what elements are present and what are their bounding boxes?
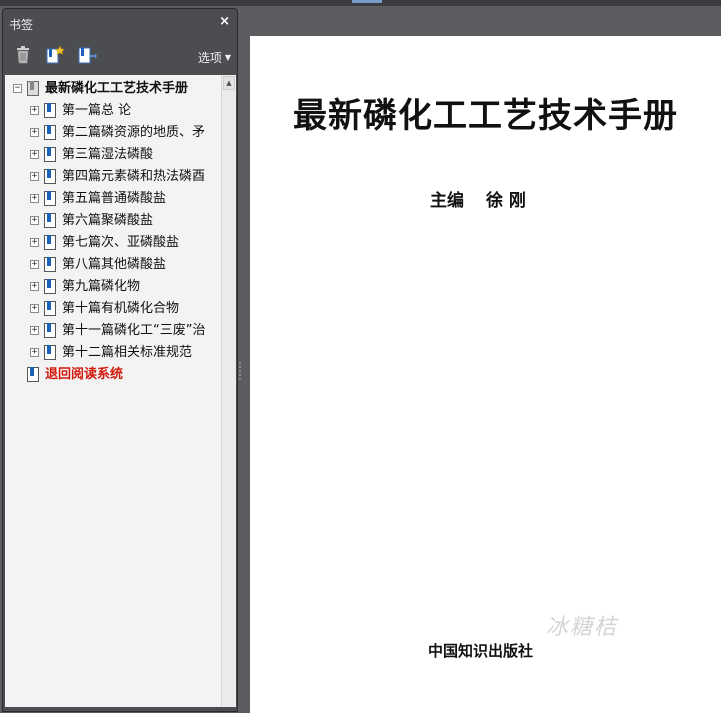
scroll-up-arrow-icon[interactable]: ▲ — [223, 76, 235, 90]
bookmark-from-selection-icon[interactable] — [77, 45, 97, 65]
bookmark-root-label: 最新磷化工工艺技术手册 — [45, 81, 189, 96]
document-publisher: 中国知识出版社 — [428, 642, 534, 660]
expand-toggle[interactable]: + — [30, 304, 39, 313]
new-bookmark-icon[interactable] — [45, 45, 65, 65]
active-tab-indicator — [352, 0, 382, 3]
bookmark-scrollbar[interactable]: ▲ — [221, 75, 236, 707]
editor-label: 主编 — [430, 191, 464, 211]
panel-splitter-handle[interactable] — [238, 360, 242, 388]
bookmark-icon — [27, 367, 39, 382]
bookmark-item[interactable]: + 第六篇聚磷酸盐 — [5, 211, 221, 231]
bookmark-item[interactable]: + 第五篇普通磷酸盐 — [5, 189, 221, 209]
bookmarks-panel-title: 书签 — [9, 18, 34, 32]
options-menu-button[interactable]: 选项 ▼ — [198, 49, 231, 66]
bookmark-icon — [44, 213, 56, 228]
bookmark-item[interactable]: + 第九篇磷化物 — [5, 277, 221, 297]
return-to-reader-link[interactable]: 退回阅读系统 — [45, 366, 123, 384]
bookmark-icon — [44, 235, 56, 250]
document-editor: 主编 徐 刚 — [430, 186, 526, 211]
document-page: 最新磷化工工艺技术手册 主编 徐 刚 冰糖桔 中国知识出版社 — [250, 36, 721, 713]
expand-toggle[interactable]: + — [30, 326, 39, 335]
bookmark-icon — [44, 301, 56, 316]
bookmark-item-label: 第八篇其他磷酸盐 — [62, 257, 167, 272]
expand-toggle[interactable]: + — [30, 194, 39, 203]
bookmark-item[interactable]: + 第十一篇磷化工“三废”治 — [5, 321, 221, 341]
bookmark-item[interactable]: + 第十二篇相关标准规范 — [5, 343, 221, 363]
bookmark-item[interactable]: + 第三篇湿法磷酸 — [5, 145, 221, 165]
bookmark-item-label: 第三篇湿法磷酸 — [62, 147, 154, 162]
bookmark-return-row[interactable]: 退回阅读系统 — [5, 365, 221, 385]
bookmark-item-label: 第四篇元素磷和热法磷酉 — [62, 169, 206, 184]
bookmark-item-label: 第二篇磷资源的地质、矛 — [62, 125, 206, 140]
document-bookmark-icon — [27, 81, 39, 96]
bookmarks-panel-header: 书签 × — [3, 9, 237, 37]
watermark-text: 冰糖桔 — [546, 615, 619, 640]
expand-toggle[interactable]: + — [30, 238, 39, 247]
bookmark-icon — [44, 125, 56, 140]
editor-name: 徐 刚 — [486, 191, 526, 211]
expand-toggle[interactable]: + — [30, 106, 39, 115]
bookmark-item[interactable]: + 第四篇元素磷和热法磷酉 — [5, 167, 221, 187]
expand-toggle[interactable]: + — [30, 260, 39, 269]
bookmark-icon — [44, 169, 56, 184]
bookmark-item-label: 第五篇普通磷酸盐 — [62, 191, 167, 206]
expand-toggle[interactable]: + — [30, 348, 39, 357]
bookmark-item-label: 第七篇次、亚磷酸盐 — [62, 235, 180, 250]
bookmarks-panel: 书签 × 选项 ▼ − 最新磷化工工艺技术手册 + 第一篇总 论 + 第二篇磷资… — [2, 8, 238, 712]
bookmark-icon — [44, 279, 56, 294]
expand-toggle[interactable]: + — [30, 172, 39, 181]
collapse-toggle[interactable]: − — [13, 84, 22, 93]
bookmark-item[interactable]: + 第二篇磷资源的地质、矛 — [5, 123, 221, 143]
delete-bookmark-icon[interactable] — [13, 45, 33, 65]
bookmark-item[interactable]: + 第七篇次、亚磷酸盐 — [5, 233, 221, 253]
bookmark-tree: − 最新磷化工工艺技术手册 + 第一篇总 论 + 第二篇磷资源的地质、矛 + 第三篇湿法磷… — [5, 75, 221, 707]
expand-toggle[interactable]: + — [30, 150, 39, 159]
expand-toggle[interactable]: + — [30, 282, 39, 291]
bookmark-root-row[interactable]: − 最新磷化工工艺技术手册 — [5, 79, 221, 99]
bookmark-item-label: 第十二篇相关标准规范 — [62, 345, 193, 360]
bookmarks-toolbar: 选项 ▼ — [3, 39, 237, 73]
bookmark-icon — [44, 147, 56, 162]
bookmark-item-label: 第十篇有机磷化合物 — [62, 301, 180, 316]
bookmark-icon — [44, 345, 56, 360]
expand-toggle[interactable]: + — [30, 216, 39, 225]
bookmark-icon — [44, 103, 56, 118]
bookmark-item-label: 第六篇聚磷酸盐 — [62, 213, 154, 228]
expand-toggle[interactable]: + — [30, 128, 39, 137]
bookmark-icon — [44, 257, 56, 272]
bookmark-item[interactable]: + 第一篇总 论 — [5, 101, 221, 121]
bookmark-item-label: 第一篇总 论 — [62, 103, 132, 118]
bookmark-item[interactable]: + 第十篇有机磷化合物 — [5, 299, 221, 319]
bookmark-item[interactable]: + 第八篇其他磷酸盐 — [5, 255, 221, 275]
bookmark-icon — [44, 191, 56, 206]
close-panel-button[interactable]: × — [219, 14, 230, 29]
document-title: 最新磷化工工艺技术手册 — [293, 96, 678, 136]
bookmark-item-label: 第十一篇磷化工“三废”治 — [62, 323, 206, 338]
bookmark-icon — [44, 323, 56, 338]
window-top-strip — [0, 0, 721, 6]
bookmark-item-label: 第九篇磷化物 — [62, 279, 141, 294]
